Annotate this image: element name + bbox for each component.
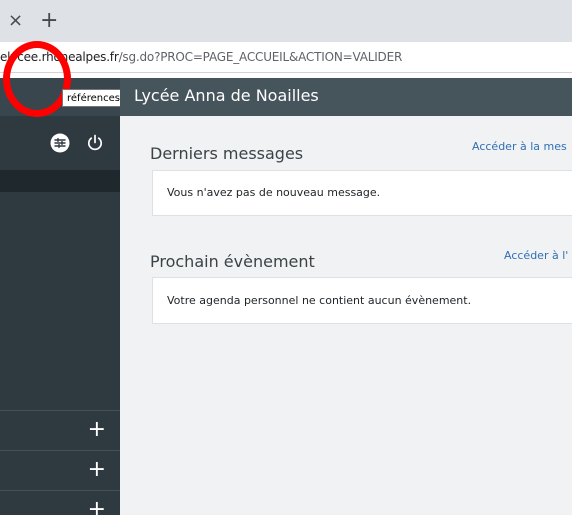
plus-icon[interactable]: + <box>88 499 106 521</box>
events-text: Votre agenda personnel ne contient aucun… <box>167 294 472 307</box>
sidebar-item-2[interactable]: + <box>0 450 120 490</box>
events-title: Prochain évènement <box>150 252 315 271</box>
browser-tab-bar: × + <box>0 0 572 42</box>
preferences-tooltip: références <box>62 89 125 107</box>
url-path: /sg.do?PROC=PAGE_ACCUEIL&ACTION=VALIDER <box>118 50 403 64</box>
messages-title: Derniers messages <box>150 144 304 163</box>
events-card: Votre agenda personnel ne contient aucun… <box>152 277 572 324</box>
sidebar-item-1[interactable]: + <box>0 410 120 450</box>
plus-icon[interactable]: + <box>88 459 106 481</box>
url-text[interactable]: elycee.rhonealpes.fr/sg.do?PROC=PAGE_ACC… <box>0 50 402 64</box>
messages-card: Vous n'avez pas de nouveau message. <box>152 170 572 216</box>
sliders-icon[interactable] <box>50 133 70 153</box>
messages-text: Vous n'avez pas de nouveau message. <box>167 186 381 199</box>
sidebar: + + + <box>0 78 120 521</box>
address-bar[interactable]: elycee.rhonealpes.fr/sg.do?PROC=PAGE_ACC… <box>0 42 572 73</box>
messages-link[interactable]: Accéder à la mes <box>472 140 567 153</box>
sidebar-active-row[interactable] <box>0 170 120 192</box>
plus-icon[interactable]: + <box>88 419 106 441</box>
page-title: Lycée Anna de Noailles <box>134 86 319 105</box>
new-tab-button[interactable]: + <box>40 10 58 32</box>
tab-close-button[interactable]: × <box>8 12 23 30</box>
main-content: Derniers messages Accéder à la mes Vous … <box>120 116 572 515</box>
power-icon[interactable] <box>85 133 105 153</box>
url-host: elycee.rhonealpes.fr <box>0 50 119 64</box>
sidebar-item-3[interactable]: + <box>0 490 120 530</box>
events-link[interactable]: Accéder à l' <box>504 249 568 262</box>
app-header: Lycée Anna de Noailles <box>120 78 572 116</box>
